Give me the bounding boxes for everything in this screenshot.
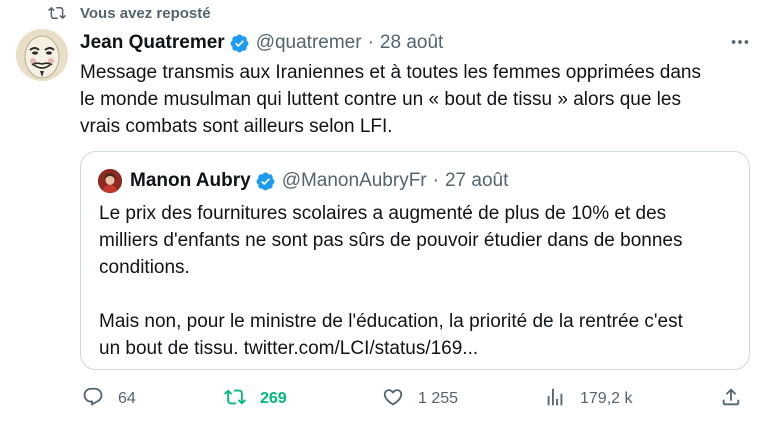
tweet-text-line: vrais combats sont ailleurs selon LFI. — [80, 116, 393, 137]
reply-icon — [82, 386, 104, 413]
tweet-actions: 64 269 1 255 179,2 k — [80, 384, 752, 414]
author-handle[interactable]: @quatremer — [256, 32, 362, 54]
reply-button[interactable]: 64 — [82, 384, 136, 414]
author-avatar[interactable] — [16, 29, 68, 81]
quoted-text-line: un bout de tissu. twitter.com/LCI/status… — [99, 338, 479, 359]
views-count: 179,2 k — [580, 390, 633, 407]
quoted-text-line: milliers d'enfants ne sont pas sûrs de p… — [99, 230, 683, 251]
repost-indicator: Vous avez reposté — [48, 2, 211, 24]
retweet-icon — [224, 386, 246, 413]
separator-dot: · — [432, 170, 439, 191]
quoted-author-handle[interactable]: @ManonAubryFr — [282, 170, 427, 192]
views-icon — [544, 386, 566, 413]
quoted-tweet-header: Manon Aubry @ManonAubryFr · 27 août — [98, 169, 508, 193]
views-button[interactable]: 179,2 k — [544, 384, 632, 414]
separator-dot: · — [367, 32, 374, 53]
share-icon — [720, 386, 742, 413]
quoted-text-line: Le prix des fournitures scolaires a augm… — [99, 203, 667, 224]
more-icon[interactable] — [728, 32, 752, 52]
verified-badge-icon[interactable] — [255, 171, 276, 192]
retweet-button[interactable]: 269 — [224, 384, 287, 414]
like-button[interactable]: 1 255 — [382, 384, 458, 414]
repost-label: Vous avez reposté — [80, 4, 211, 22]
retweet-count: 269 — [260, 390, 287, 407]
quoted-paragraph: Mais non, pour le ministre de l'éducatio… — [99, 308, 739, 362]
quoted-author-avatar[interactable] — [98, 169, 122, 193]
author-name[interactable]: Jean Quatremer — [80, 32, 225, 54]
quoted-text-line: conditions. — [99, 257, 190, 278]
share-button[interactable] — [720, 384, 742, 414]
reply-count: 64 — [118, 390, 136, 407]
tweet-text: Message transmis aux Iraniennes et à tou… — [80, 59, 752, 140]
like-icon — [382, 386, 404, 413]
tweet-date[interactable]: 28 août — [380, 32, 443, 54]
quoted-tweet-text: Le prix des fournitures scolaires a augm… — [99, 200, 739, 362]
repost-icon — [48, 4, 66, 22]
tweet-text-line: le monde musulman qui luttent contre un … — [80, 89, 681, 110]
quoted-author-name[interactable]: Manon Aubry — [130, 170, 251, 192]
like-count: 1 255 — [418, 390, 459, 407]
tweet-header: Jean Quatremer @quatremer · 28 août — [80, 30, 752, 56]
verified-badge-icon[interactable] — [229, 33, 250, 54]
quoted-paragraph: Le prix des fournitures scolaires a augm… — [99, 200, 739, 281]
quoted-text-line: Mais non, pour le ministre de l'éducatio… — [99, 311, 683, 332]
quoted-tweet[interactable]: Manon Aubry @ManonAubryFr · 27 août Le p… — [80, 151, 750, 370]
tweet-text-line: Message transmis aux Iraniennes et à tou… — [80, 62, 701, 83]
quoted-tweet-date[interactable]: 27 août — [445, 170, 508, 192]
